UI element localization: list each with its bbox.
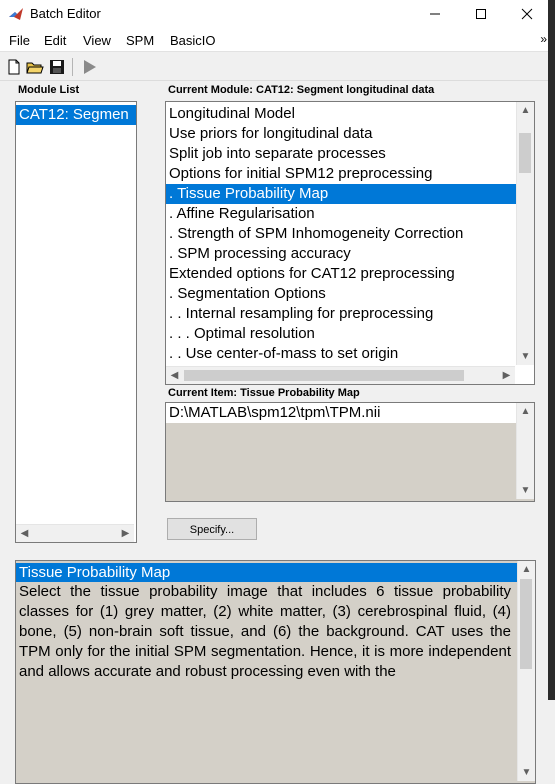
title-bar: Batch Editor (0, 0, 555, 28)
editor-panel: Module List CAT12: Segmen ◀ ▶ Current Mo… (0, 82, 555, 784)
maximize-button[interactable] (458, 0, 504, 28)
scroll-down-icon[interactable]: ▼ (517, 348, 534, 365)
open-folder-icon[interactable] (25, 57, 45, 77)
module-option-row[interactable]: . . Use center-of-mass to set origin (166, 344, 516, 364)
scrollbar-thumb[interactable] (520, 579, 532, 669)
module-rows: Longitudinal Model Use priors for longitu… (166, 104, 516, 364)
current-item-label: Current Item: Tissue Probability Map (168, 387, 360, 399)
module-list[interactable]: CAT12: Segmen ◀ ▶ (15, 101, 137, 543)
close-icon (521, 8, 533, 20)
item-vscrollbar[interactable]: ▲ ▼ (516, 403, 534, 499)
maximize-icon (476, 9, 486, 19)
current-module-list[interactable]: Longitudinal Model Use priors for longitu… (165, 101, 535, 385)
scroll-right-icon[interactable]: ▶ (117, 525, 134, 542)
module-option-row[interactable]: . SPM processing accuracy (166, 244, 516, 264)
hscrollbar-thumb[interactable] (184, 370, 464, 381)
scroll-left-icon[interactable]: ◀ (166, 367, 183, 384)
matlab-icon (9, 8, 23, 20)
save-icon[interactable] (47, 57, 67, 77)
module-option-row[interactable]: . Strength of SPM Inhomogeneity Correcti… (166, 224, 516, 244)
toolbar-separator (72, 58, 73, 76)
scroll-down-icon[interactable]: ▼ (517, 482, 534, 499)
scroll-up-icon[interactable]: ▲ (517, 102, 534, 119)
current-item-value: D:\MATLAB\spm12\tpm\TPM.nii (169, 404, 381, 421)
menu-spm[interactable]: SPM (126, 33, 154, 48)
window-title: Batch Editor (30, 6, 101, 21)
run-icon[interactable] (79, 57, 99, 77)
menu-bar: File Edit View SPM BasicIO » (0, 28, 555, 52)
module-hscrollbar[interactable]: ◀ ▶ (166, 366, 515, 384)
module-option-row[interactable]: . Segmentation Options (166, 284, 516, 304)
window-edge (548, 0, 555, 700)
scrollbar-thumb[interactable] (519, 133, 531, 173)
help-box[interactable]: Tissue Probability Map Select the tissue… (15, 560, 536, 784)
current-item-box[interactable]: D:\MATLAB\spm12\tpm\TPM.nii ▲ ▼ (165, 402, 535, 502)
menu-overflow-icon[interactable]: » (540, 32, 547, 46)
menu-edit[interactable]: Edit (44, 33, 66, 48)
module-option-row[interactable]: Split job into separate processes (166, 144, 516, 164)
menu-file[interactable]: File (9, 33, 30, 48)
scroll-up-icon[interactable]: ▲ (517, 403, 534, 420)
module-option-row[interactable]: . . . Optimal resolution (166, 324, 516, 344)
help-text: Select the tissue probability image that… (19, 583, 511, 680)
help-vscrollbar[interactable]: ▲ ▼ (517, 561, 535, 781)
current-module-label: Current Module: CAT12: Segment longitudi… (168, 84, 435, 96)
module-option-row[interactable]: Longitudinal Model (166, 104, 516, 124)
module-option-row[interactable]: . . Internal resampling for preprocessin… (166, 304, 516, 324)
module-list-hscrollbar[interactable]: ◀ ▶ (16, 524, 134, 542)
menu-view[interactable]: View (83, 33, 111, 48)
menu-basicio[interactable]: BasicIO (170, 33, 216, 48)
module-option-row[interactable]: Extended options for CAT12 preprocessing (166, 264, 516, 284)
close-button[interactable] (504, 0, 550, 28)
scroll-up-icon[interactable]: ▲ (518, 561, 535, 578)
scroll-left-icon[interactable]: ◀ (16, 525, 33, 542)
module-option-row[interactable]: . Affine Regularisation (166, 204, 516, 224)
module-list-item[interactable]: CAT12: Segmen (16, 105, 136, 125)
minimize-icon (430, 13, 440, 15)
module-option-row[interactable]: Use priors for longitudinal data (166, 124, 516, 144)
module-option-row[interactable]: Options for initial SPM12 preprocessing (166, 164, 516, 184)
module-list-label: Module List (18, 84, 80, 96)
current-item-row[interactable]: D:\MATLAB\spm12\tpm\TPM.nii (166, 403, 516, 423)
module-option-row[interactable]: . Tissue Probability Map (166, 184, 516, 204)
new-file-icon[interactable] (4, 57, 24, 77)
toolbar (0, 53, 555, 81)
specify-button[interactable]: Specify... (167, 518, 257, 540)
module-vscrollbar[interactable]: ▲ ▼ (516, 102, 534, 365)
scroll-down-icon[interactable]: ▼ (518, 764, 535, 781)
scroll-right-icon[interactable]: ▶ (498, 367, 515, 384)
minimize-button[interactable] (412, 0, 458, 28)
help-title: Tissue Probability Map (16, 563, 517, 582)
